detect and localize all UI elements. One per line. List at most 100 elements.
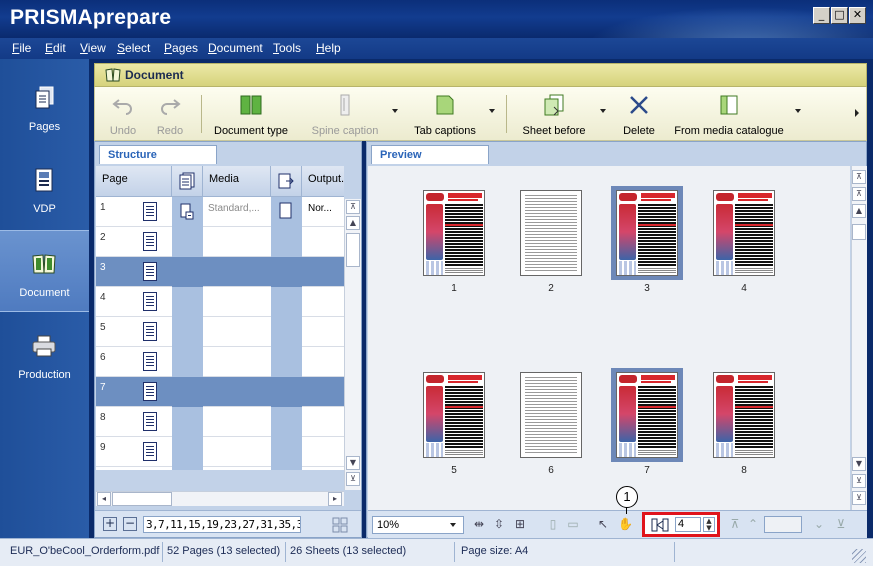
scroll-left-icon[interactable]: ◂: [97, 492, 111, 506]
column-header-page[interactable]: Page: [96, 166, 172, 197]
scroll-top-icon[interactable]: ⊼: [346, 200, 360, 214]
fit-width-icon[interactable]: ⇹: [472, 517, 486, 531]
preview-vertical-scrollbar[interactable]: ⊼ ⊼ ▲ ▼ ⊻ ⊻: [851, 166, 867, 510]
sheet-before-dropdown[interactable]: [600, 109, 606, 113]
scroll-bottom-icon[interactable]: ⊻: [346, 472, 360, 486]
page-thumbnail[interactable]: 4: [708, 186, 780, 296]
tab-captions-button[interactable]: Tab captions: [409, 93, 481, 137]
page-thumbnail[interactable]: 8: [708, 368, 780, 478]
sheet-before-button[interactable]: Sheet before: [515, 93, 593, 137]
single-page-icon[interactable]: ▯: [546, 517, 560, 531]
table-row[interactable]: 3: [96, 257, 344, 287]
preview-bottom-bar: 10% ⇹ ⇳ ⊞ ▯ ▭ ↖ ✋ 4 ▲ ▼ ⊼ ⌃ ⌄ ⊻: [368, 510, 867, 538]
spine-caption-button[interactable]: Spine caption: [305, 93, 385, 137]
table-row[interactable]: 6: [96, 347, 344, 377]
redo-button[interactable]: Redo: [150, 93, 190, 137]
first-page-icon[interactable]: ⊼: [728, 517, 742, 531]
page-thumbnail[interactable]: 5: [418, 368, 490, 478]
thumbnail-grid-icon[interactable]: ⊞: [513, 517, 527, 531]
close-button[interactable]: ✕: [849, 7, 866, 24]
nav-document[interactable]: Document: [0, 230, 89, 312]
menu-view[interactable]: View: [80, 41, 106, 55]
undo-button[interactable]: Undo: [103, 93, 143, 137]
tab-structure[interactable]: Structure: [99, 145, 217, 164]
delete-button[interactable]: Delete: [617, 93, 661, 137]
structure-horizontal-scrollbar[interactable]: ◂ ▸: [96, 491, 344, 506]
table-row[interactable]: 7: [96, 377, 344, 407]
row-page-number: 7: [100, 382, 106, 393]
table-row[interactable]: 8: [96, 407, 344, 437]
next-page-icon[interactable]: ⌄: [812, 517, 826, 531]
expand-all-icon[interactable]: +: [103, 517, 117, 531]
maximize-button[interactable]: □: [831, 7, 848, 24]
page-thumbnail[interactable]: 6: [515, 368, 587, 478]
toolbar: Undo Redo Document type Spine caption Ta…: [94, 87, 867, 141]
tab-captions-dropdown[interactable]: [489, 109, 495, 113]
hand-tool-icon[interactable]: ✋: [618, 517, 633, 531]
page-thumbnail[interactable]: 2: [515, 186, 587, 296]
collapse-all-icon[interactable]: −: [123, 517, 137, 531]
spine-caption-dropdown[interactable]: [392, 109, 398, 113]
scroll-page-down-icon[interactable]: ⊻: [852, 474, 866, 488]
page-thumbnail[interactable]: 1: [418, 186, 490, 296]
menu-tools[interactable]: Tools: [273, 41, 301, 55]
spread-view-icon[interactable]: ▭: [566, 517, 580, 531]
menu-select[interactable]: Select: [117, 41, 150, 55]
menu-pages[interactable]: Pages: [164, 41, 198, 55]
resize-grip-icon[interactable]: [852, 549, 866, 563]
media-catalogue-dropdown[interactable]: [795, 109, 801, 113]
nav-pages[interactable]: Pages: [0, 65, 89, 147]
table-row[interactable]: 2: [96, 227, 344, 257]
scroll-thumb[interactable]: [346, 233, 360, 267]
from-media-catalogue-button[interactable]: From media catalogue: [673, 93, 785, 137]
zoom-dropdown-arrow[interactable]: [450, 523, 456, 527]
table-row[interactable]: 4: [96, 287, 344, 317]
pages-per-row-spinner[interactable]: ▲ ▼: [703, 517, 715, 532]
menu-edit[interactable]: Edit: [45, 41, 66, 55]
page-icon: [143, 412, 157, 431]
nav-production[interactable]: Production: [0, 313, 89, 395]
scroll-up-icon[interactable]: ▲: [852, 204, 866, 218]
column-header-page-icon[interactable]: [172, 166, 203, 197]
grid-select-icon[interactable]: [331, 516, 349, 534]
menu-help[interactable]: Help: [316, 41, 341, 55]
page-thumbnail[interactable]: 3: [611, 186, 683, 296]
scroll-right-icon[interactable]: ▸: [328, 492, 342, 506]
minimize-button[interactable]: _: [813, 7, 830, 24]
hscroll-thumb[interactable]: [112, 492, 172, 506]
toolbar-overflow-arrow[interactable]: [855, 109, 859, 117]
column-header-media[interactable]: Media: [203, 166, 271, 197]
pages-per-row-input[interactable]: 4: [675, 517, 701, 532]
previous-page-icon[interactable]: ⌃: [746, 517, 760, 531]
menu-file[interactable]: File: [12, 41, 31, 55]
last-page-icon[interactable]: ⊻: [834, 517, 848, 531]
scroll-thumb[interactable]: [852, 224, 866, 240]
structure-vertical-scrollbar[interactable]: ⊼ ▲ ▼ ⊻: [344, 199, 361, 490]
table-row[interactable]: 10: [96, 467, 344, 470]
fit-height-icon[interactable]: ⇳: [492, 517, 506, 531]
table-row[interactable]: 9: [96, 437, 344, 467]
output-icon-cell: [271, 317, 302, 347]
column-header-output[interactable]: Output...: [302, 166, 344, 197]
scroll-down-icon[interactable]: ▼: [346, 456, 360, 470]
scroll-page-up-icon[interactable]: ⊼: [852, 187, 866, 201]
scroll-up-icon[interactable]: ▲: [346, 216, 360, 230]
tab-preview[interactable]: Preview: [371, 145, 489, 164]
pages-per-row-icon[interactable]: [651, 517, 669, 533]
page-navigation-field[interactable]: [764, 516, 802, 533]
selected-pages-field[interactable]: 3,7,11,15,19,23,27,31,35,39,43,47,: [143, 516, 301, 533]
column-header-output-icon[interactable]: [271, 166, 302, 197]
pointer-icon[interactable]: ↖: [596, 517, 610, 531]
vdp-icon: [35, 168, 53, 192]
scroll-down-icon[interactable]: ▼: [852, 457, 866, 471]
output-icon-cell: [271, 377, 302, 407]
scroll-bottom-icon[interactable]: ⊻: [852, 491, 866, 505]
nav-vdp[interactable]: VDP: [0, 147, 89, 229]
scroll-top-icon[interactable]: ⊼: [852, 170, 866, 184]
document-type-button[interactable]: Document type: [207, 93, 295, 137]
page-thumbnail[interactable]: 7: [611, 368, 683, 478]
menu-document[interactable]: Document: [208, 41, 263, 55]
table-row[interactable]: 5: [96, 317, 344, 347]
table-row[interactable]: 1 Standard,... Nor...: [96, 197, 344, 227]
page-image: [713, 190, 775, 276]
